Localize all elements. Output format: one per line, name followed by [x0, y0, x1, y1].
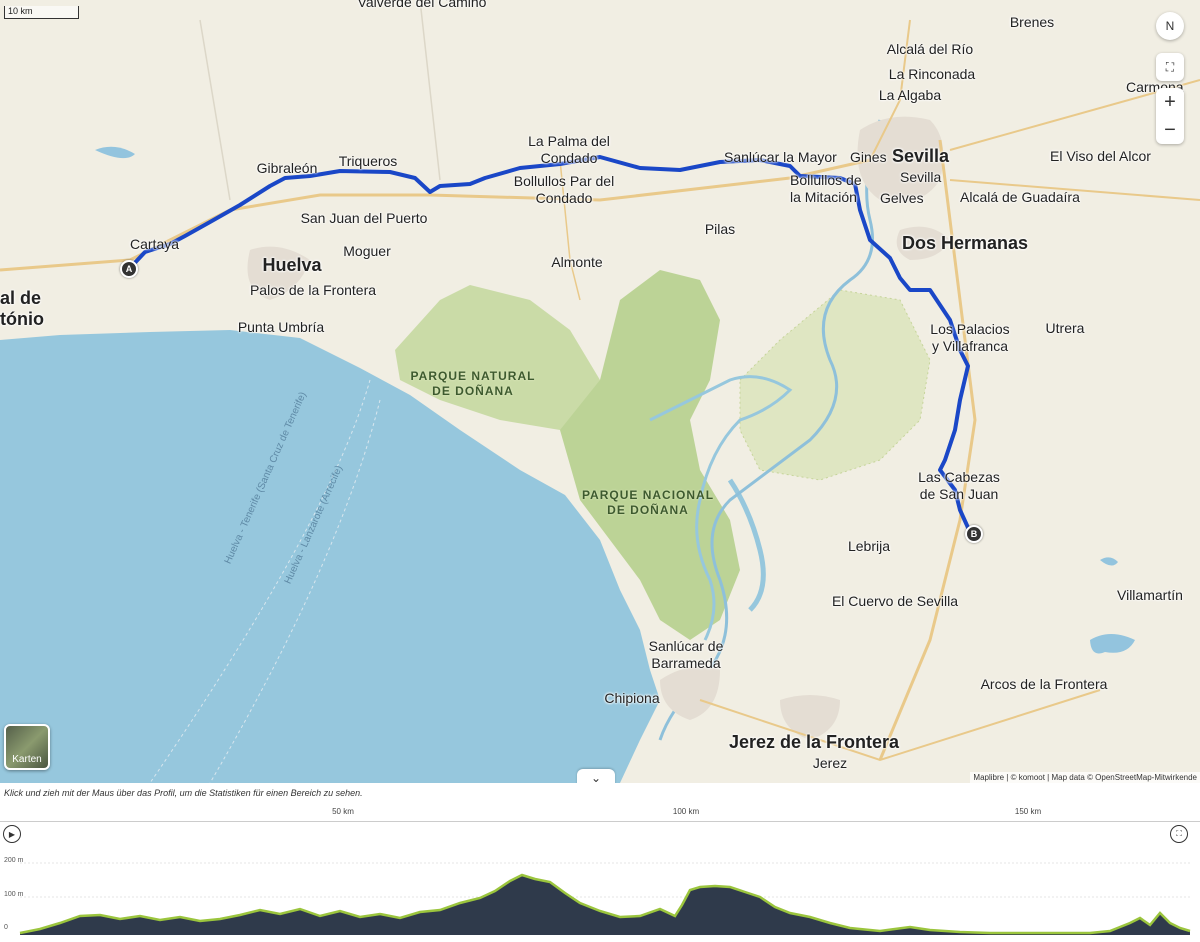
map-canvas[interactable]	[0, 0, 1200, 783]
city-label: Huelva	[262, 255, 322, 275]
scale-bar: 10 km	[4, 6, 79, 19]
elevation-area	[20, 875, 1190, 935]
place-label: Sevilla	[900, 169, 942, 185]
fullscreen-icon: ⛶	[1165, 59, 1175, 74]
place-label: Alcalá de Guadaíra	[960, 189, 1080, 205]
place-label: Alcalá del Río	[886, 41, 974, 57]
compass-button[interactable]: N	[1156, 12, 1184, 40]
place-label: Gibraleón	[256, 160, 318, 176]
place-label: Jerez	[812, 755, 848, 771]
place-label: Utrera	[1045, 320, 1085, 336]
place-label: Punta Umbría	[237, 319, 325, 335]
place-label: Las Cabezas de San Juan	[918, 469, 1000, 502]
place-label: La Palma del Condado	[528, 133, 610, 166]
map-layers-button[interactable]: Karten	[4, 724, 50, 770]
end-marker[interactable]: B	[965, 525, 983, 543]
place-label: Pilas	[704, 221, 736, 237]
place-label: Cartaya	[130, 236, 180, 252]
place-label: La Rinconada	[888, 66, 976, 82]
zoom-out-button[interactable]: −	[1156, 116, 1184, 144]
place-label: Gines	[850, 149, 887, 165]
map-view[interactable]: 10 km Valverde del Camino Brenes Alcalá …	[0, 0, 1200, 783]
start-marker[interactable]: A	[120, 260, 138, 278]
place-label: Bollullos Par del Condado	[513, 173, 615, 206]
compass-icon: N	[1165, 19, 1175, 33]
city-label: Dos Hermanas	[902, 233, 1029, 253]
place-label: La Algaba	[878, 87, 942, 103]
place-label: El Viso del Alcor	[1050, 148, 1151, 164]
place-label: Lebrija	[847, 538, 891, 554]
park-label: PARQUE NATURAL DE DOÑANA	[410, 369, 536, 398]
park-label: PARQUE NACIONAL DE DOÑANA	[581, 488, 715, 517]
map-attribution: Maplibre | © komoot | Map data © OpenStr…	[970, 772, 1200, 783]
place-label: Los Palacios y Villafranca	[930, 321, 1010, 354]
city-label: al de tónio	[0, 288, 44, 329]
place-label: Moguer	[343, 243, 391, 259]
place-label: Sanlúcar la Mayor	[724, 149, 837, 165]
elevation-profile[interactable]: Klick und zieh mit der Maus über das Pro…	[0, 783, 1200, 942]
place-label: Gelves	[880, 190, 924, 206]
place-label: Arcos de la Frontera	[980, 676, 1108, 692]
zoom-in-button[interactable]: +	[1156, 88, 1184, 116]
place-label: Almonte	[551, 254, 603, 270]
place-label: Triqueros	[338, 153, 398, 169]
place-label: Bollullos de la Mitación	[790, 172, 862, 205]
zoom-control: + −	[1156, 88, 1184, 144]
place-label: Valverde del Camino	[357, 0, 487, 10]
place-label: Brenes	[1009, 14, 1055, 30]
city-label: Jerez de la Frontera	[728, 732, 900, 752]
place-label: El Cuervo de Sevilla	[831, 593, 959, 609]
city-label: Sevilla	[892, 146, 950, 166]
place-label: Chipiona	[604, 690, 660, 706]
elevation-chart[interactable]	[0, 783, 1200, 942]
fullscreen-button[interactable]: ⛶	[1156, 53, 1184, 81]
place-label: San Juan del Puerto	[300, 210, 428, 226]
place-label: Palos de la Frontera	[249, 282, 377, 298]
place-label: Sanlúcar de Barrameda	[648, 638, 724, 671]
place-label: Villamartín	[1117, 587, 1183, 603]
map-layers-label: Karten	[12, 754, 42, 765]
